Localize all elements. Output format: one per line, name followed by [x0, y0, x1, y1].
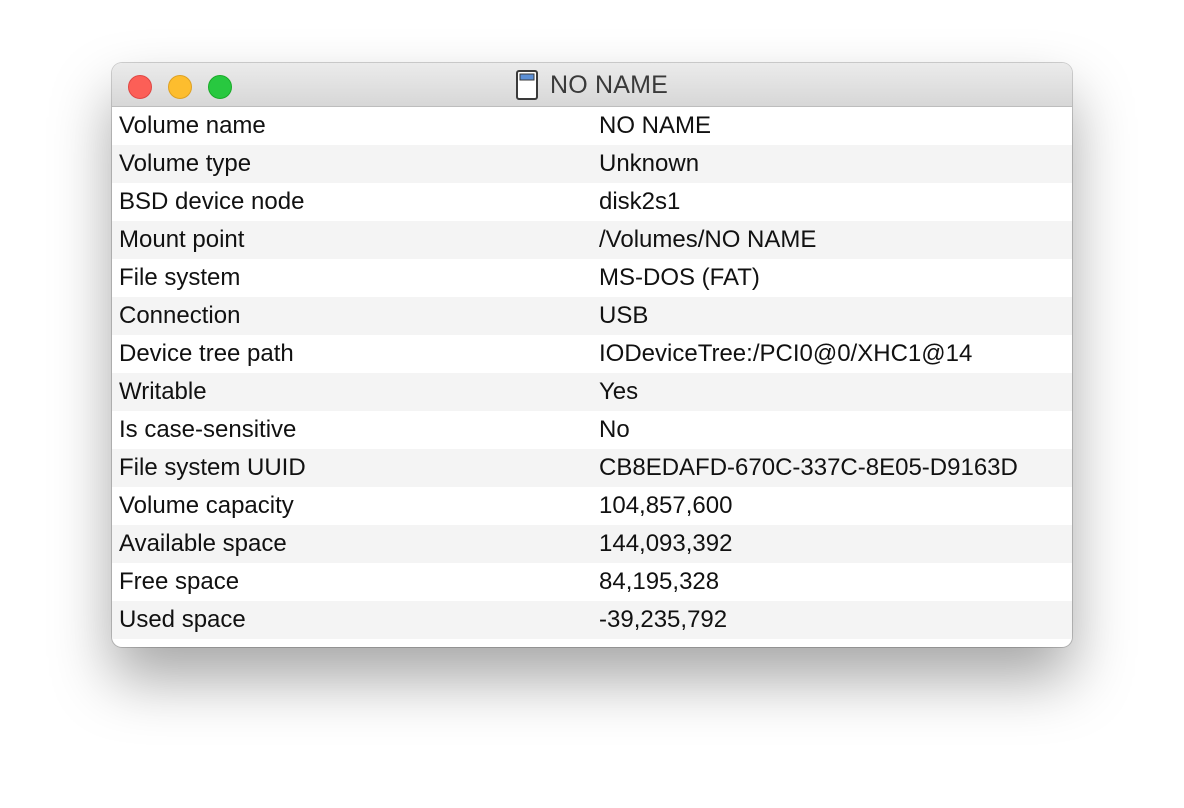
table-row[interactable]: Volume type Unknown [112, 145, 1072, 183]
property-name: BSD device node [119, 188, 305, 215]
property-value: CB8EDAFD-670C-337C-8E05-D9163D [599, 454, 1018, 481]
window-title-group: NO NAME [112, 63, 1072, 107]
table-row[interactable]: Available space 144,093,392 [112, 525, 1072, 563]
property-value: 84,195,328 [599, 568, 720, 595]
window-title: NO NAME [549, 70, 669, 99]
property-value: MS-DOS (FAT) [599, 264, 760, 291]
table-row[interactable]: Connection USB [112, 297, 1072, 335]
property-name: Available space [119, 530, 287, 557]
volume-info-window: NO NAME Volume name NO NAME Volume type … [112, 63, 1072, 647]
property-name: Volume capacity [119, 492, 294, 519]
property-value: USB [599, 302, 649, 329]
table-row[interactable]: Free space 84,195,328 [112, 563, 1072, 601]
table-row[interactable]: Is case-sensitive No [112, 411, 1072, 449]
table-row[interactable]: Volume capacity 104,857,600 [112, 487, 1072, 525]
property-name: Used space [119, 606, 246, 633]
table-row[interactable]: Volume name NO NAME [112, 107, 1072, 145]
property-name: Device tree path [119, 340, 294, 367]
title-bar[interactable]: NO NAME [112, 63, 1072, 107]
property-value: Unknown [599, 150, 700, 177]
property-name: File system UUID [119, 454, 306, 481]
property-name: Free space [119, 568, 240, 595]
table-row[interactable]: Used space -39,235,792 [112, 601, 1072, 639]
table-row[interactable]: BSD device node disk2s1 [112, 183, 1072, 221]
property-name: File system [119, 264, 241, 291]
property-value: IODeviceTree:/PCI0@0/XHC1@14 [599, 340, 973, 367]
property-name: Volume name [119, 112, 266, 139]
table-row[interactable]: Device tree path IODeviceTree:/PCI0@0/XH… [112, 335, 1072, 373]
property-name: Volume type [119, 150, 252, 177]
property-value: 144,093,392 [599, 530, 733, 557]
volume-properties-table: Volume name NO NAME Volume type Unknown … [112, 107, 1072, 639]
property-name: Mount point [119, 226, 245, 253]
property-value: 104,857,600 [599, 492, 733, 519]
property-value: NO NAME [599, 112, 712, 139]
property-name: Writable [119, 378, 207, 405]
table-row[interactable]: Mount point /Volumes/NO NAME [112, 221, 1072, 259]
property-value: disk2s1 [599, 188, 681, 215]
table-row[interactable]: File system MS-DOS (FAT) [112, 259, 1072, 297]
sd-card-icon [515, 70, 538, 100]
table-row[interactable]: File system UUID CB8EDAFD-670C-337C-8E05… [112, 449, 1072, 487]
table-row[interactable]: Writable Yes [112, 373, 1072, 411]
property-value: -39,235,792 [599, 606, 728, 633]
property-name: Is case-sensitive [119, 416, 297, 443]
property-name: Connection [119, 302, 241, 329]
property-value: /Volumes/NO NAME [599, 226, 817, 253]
property-value: No [599, 416, 630, 443]
property-value: Yes [599, 378, 639, 405]
